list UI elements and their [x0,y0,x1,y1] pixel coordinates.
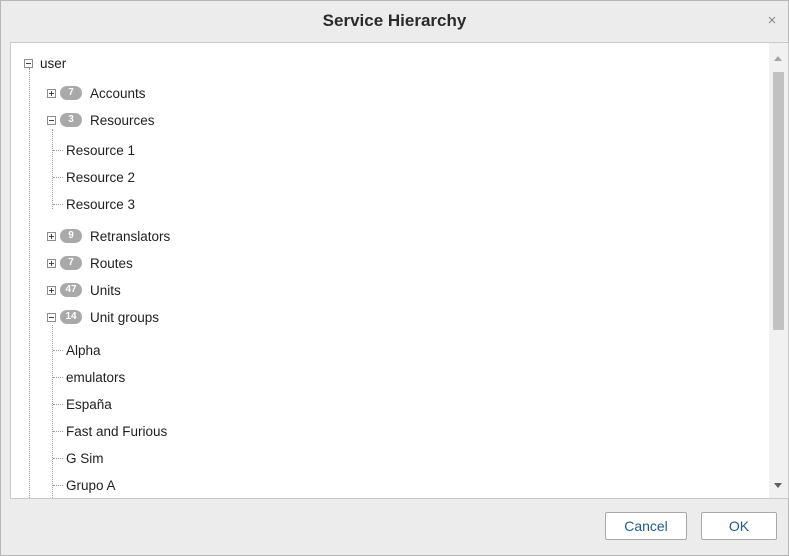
expand-icon[interactable] [47,258,56,268]
tree-leaf-resource-3: Resource 3 [66,194,135,214]
count-badge: 7 [60,86,82,100]
tree-leaf-resource-2: Resource 2 [66,167,135,187]
count-badge: 14 [60,310,82,324]
tree-node-units: 47 Units [47,280,121,300]
tree-leaf-resource-1: Resource 1 [66,140,135,160]
tree-leaf-fast-and-furious: Fast and Furious [66,421,167,441]
tree-connector [53,458,63,459]
expand-icon[interactable] [47,231,56,241]
tree-node-label[interactable]: Accounts [90,86,146,101]
tree-connector [52,129,53,209]
vertical-scrollbar[interactable] [769,43,788,498]
tree-node-retranslators: 9 Retranslators [47,226,170,246]
tree-connector [53,150,63,151]
dialog-title: Service Hierarchy [322,11,467,30]
tree-node-resources: 3 Resources [47,110,155,130]
tree-node-accounts: 7 Accounts [47,83,146,103]
tree-leaf-g-sim: G Sim [66,448,104,468]
tree-leaf-label[interactable]: Alpha [66,343,101,358]
tree-leaf-label[interactable]: Resource 3 [66,197,135,212]
tree-leaf-espana: España [66,394,112,414]
count-badge: 47 [60,283,82,297]
tree-leaf-grupo-a: Grupo A [66,475,116,495]
tree-leaf-label[interactable]: Resource 1 [66,143,135,158]
dialog-titlebar: Service Hierarchy × [1,1,788,41]
tree-leaf-label[interactable]: España [66,397,112,412]
tree-leaf-label[interactable]: Grupo A [66,478,116,493]
count-badge: 7 [60,256,82,270]
scroll-up-arrow-icon[interactable] [774,56,782,61]
tree-connector [53,485,63,486]
tree-leaf-alpha: Alpha [66,340,101,360]
collapse-icon[interactable] [47,115,56,125]
close-icon[interactable]: × [764,13,780,29]
tree-connector [53,404,63,405]
service-hierarchy-dialog: Service Hierarchy × user 7 Accounts 3 Re… [0,0,789,556]
tree-leaf-emulators: emulators [66,367,125,387]
tree-connector [53,350,63,351]
collapse-icon[interactable] [24,58,33,68]
tree-panel: user 7 Accounts 3 Resources Resource 1 R… [10,42,789,499]
tree-node-label[interactable]: Units [90,283,121,298]
cancel-button[interactable]: Cancel [605,512,687,540]
collapse-icon[interactable] [47,312,56,322]
service-tree: user 7 Accounts 3 Resources Resource 1 R… [11,43,768,498]
ok-button[interactable]: OK [701,512,777,540]
tree-connector [53,377,63,378]
count-badge: 9 [60,229,82,243]
tree-leaf-label[interactable]: emulators [66,370,125,385]
tree-node-label[interactable]: Resources [90,113,155,128]
tree-node-unit-groups: 14 Unit groups [47,307,159,327]
tree-node-label[interactable]: Unit groups [90,310,159,325]
tree-node-label[interactable]: Routes [90,256,133,271]
expand-icon[interactable] [47,88,56,98]
tree-connector [53,431,63,432]
count-badge: 3 [60,113,82,127]
expand-icon[interactable] [47,285,56,295]
tree-node-routes: 7 Routes [47,253,133,273]
tree-node-user: user [24,53,66,73]
tree-node-label[interactable]: Retranslators [90,229,170,244]
tree-connector [53,204,63,205]
scrollbar-thumb[interactable] [773,72,784,330]
tree-node-label[interactable]: user [40,56,66,71]
tree-connector [29,68,30,498]
scroll-down-arrow-icon[interactable] [774,483,782,488]
tree-leaf-label[interactable]: Fast and Furious [66,424,167,439]
tree-connector [53,177,63,178]
tree-leaf-label[interactable]: Resource 2 [66,170,135,185]
tree-leaf-label[interactable]: G Sim [66,451,104,466]
